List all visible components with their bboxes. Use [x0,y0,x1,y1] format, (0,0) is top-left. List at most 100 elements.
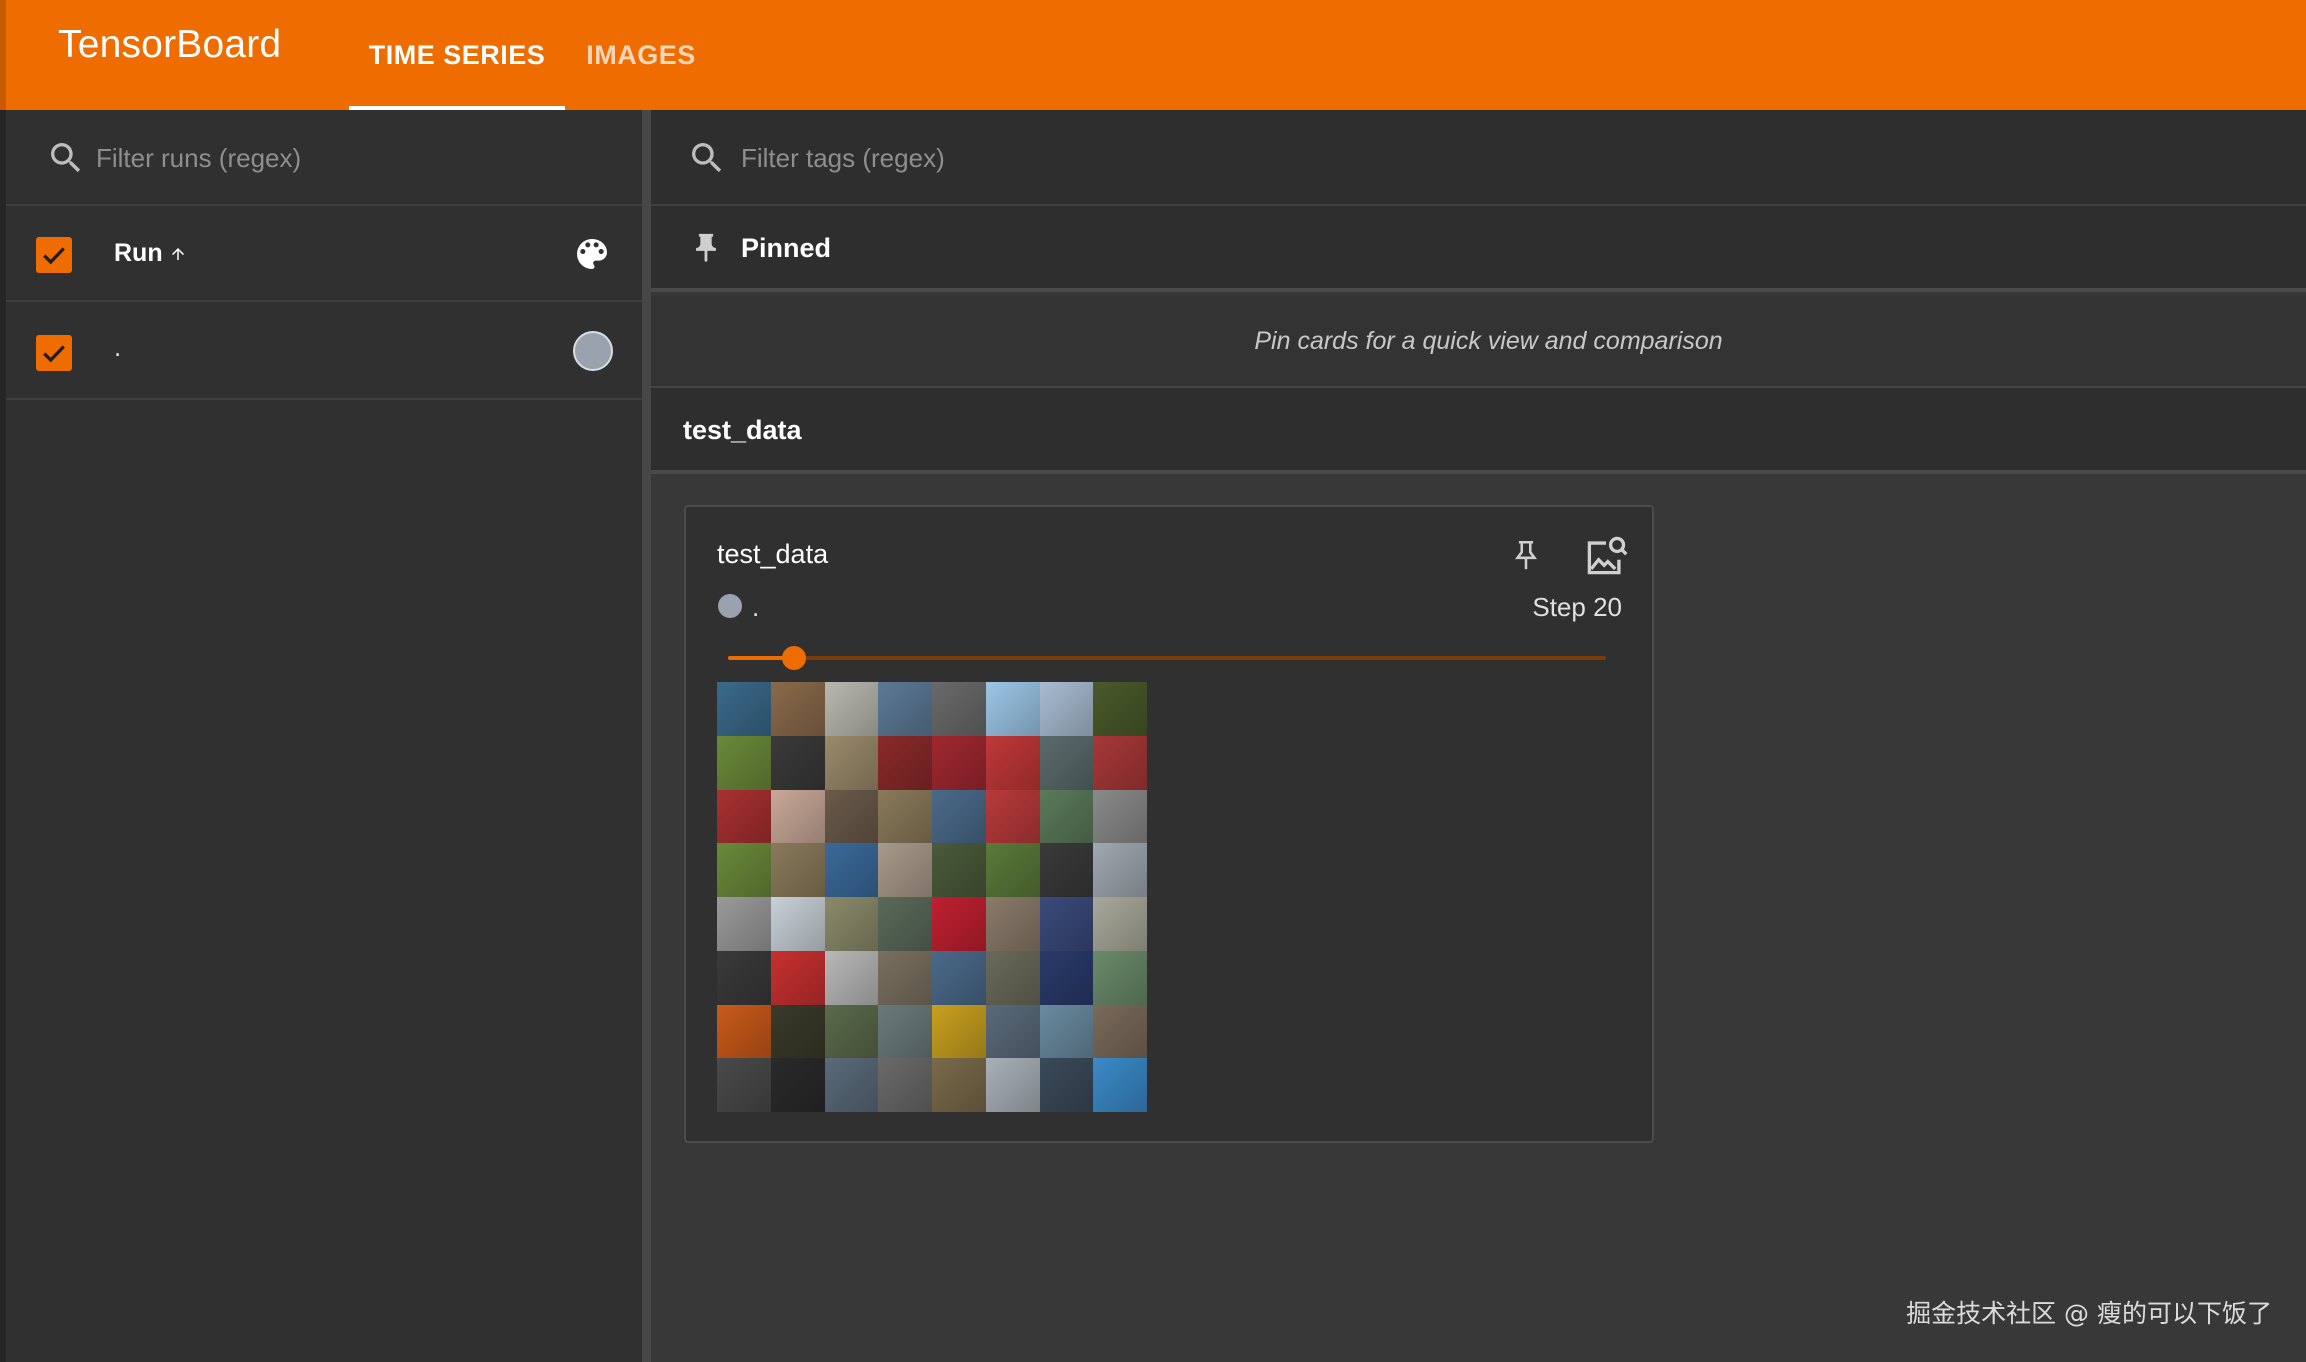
sidebar-resize-handle[interactable] [642,110,651,1362]
step-label: Step 20 [1532,592,1622,622]
pinned-section-header: Pinned [651,206,2306,292]
runs-sidebar: Run . [0,110,645,1362]
image-thumbnail [1039,843,1094,897]
check-icon [43,247,65,265]
arrow-up-icon [171,247,184,260]
select-all-runs-checkbox[interactable] [36,237,72,273]
image-thumbnail [1039,950,1094,1005]
image-thumbnail [932,897,986,951]
image-thumbnail [770,843,825,897]
main-content: Pinned Pin cards for a quick view and co… [651,110,2306,1362]
image-thumbnail [1039,1004,1094,1059]
image-thumbnail [824,789,879,844]
image-thumbnail [878,1058,932,1112]
image-thumbnail [878,897,932,951]
image-thumbnail [932,682,986,736]
image-thumbnail [932,735,986,790]
image-thumbnail [824,897,879,951]
palette-icon[interactable] [572,234,612,274]
tab-time-series[interactable]: TIME SERIES [349,0,565,110]
image-card: test_data . Step 20 [684,505,1654,1143]
pinned-empty-message: Pin cards for a quick view and compariso… [651,296,2306,388]
image-thumbnail [824,1058,879,1112]
image-thumbnail [878,682,932,736]
watermark: 掘金技术社区 @ 瘦的可以下饭了 [1906,1299,2272,1328]
run-name: . [114,332,122,362]
image-thumbnail [985,1058,1040,1112]
image-thumbnail [985,897,1040,951]
slider-track [728,656,1606,660]
image-thumbnail-grid [717,682,1147,1112]
image-thumbnail [1093,1058,1147,1112]
image-thumbnail [717,843,771,897]
image-thumbnail [1039,682,1094,736]
run-color-indicator [718,594,742,618]
run-row: . [6,304,642,400]
runs-filter-input[interactable] [96,136,596,180]
image-thumbnail [1039,789,1094,844]
run-color-swatch[interactable] [573,331,613,371]
image-thumbnail [932,950,986,1005]
image-thumbnail [985,843,1040,897]
image-thumbnail [1039,1058,1094,1112]
image-thumbnail [932,1004,986,1059]
image-thumbnail [717,1058,771,1112]
image-thumbnail [824,950,879,1005]
image-thumbnail [717,735,771,790]
step-slider[interactable] [728,643,1606,673]
image-thumbnail [932,1058,986,1112]
image-thumbnail [932,843,986,897]
top-app-bar: TensorBoard TIME SERIES IMAGES [0,0,2306,110]
image-thumbnail [824,843,879,897]
image-thumbnail [770,950,825,1005]
image-thumbnail [1093,843,1147,897]
image-thumbnail [878,1004,932,1059]
image-thumbnail [717,950,771,1005]
search-icon [51,143,81,173]
pinned-empty-text: Pin cards for a quick view and compariso… [1254,326,1723,355]
runs-filter-row [6,110,642,206]
image-thumbnail [878,843,932,897]
run-column-header[interactable]: Run [114,239,187,268]
image-thumbnail [1093,950,1147,1005]
runs-header-row: Run [6,206,642,302]
card-group-title: test_data [683,415,802,445]
run-header-label: Run [114,239,163,267]
image-thumbnail [770,1004,825,1059]
card-title: test_data [717,539,829,569]
check-icon [43,345,65,363]
image-thumbnail [717,682,771,736]
image-thumbnail [1093,735,1147,790]
pinned-title: Pinned [741,233,832,263]
pin-icon[interactable] [1509,533,1543,577]
tags-filter-input[interactable] [741,136,1641,180]
image-thumbnail [985,789,1040,844]
card-group-header: test_data [651,388,2306,474]
image-thumbnail [985,950,1040,1005]
image-thumbnail [1093,897,1147,951]
image-thumbnail [878,735,932,790]
image-thumbnail [1093,1004,1147,1059]
app-title: TensorBoard [58,23,282,66]
slider-thumb[interactable] [781,646,806,670]
run-checkbox[interactable] [36,335,72,371]
image-thumbnail [824,735,879,790]
image-thumbnail [878,950,932,1005]
image-thumbnail [717,1004,771,1059]
image-thumbnail [717,789,771,844]
image-thumbnail [985,1004,1040,1059]
tab-images[interactable]: IMAGES [573,0,709,110]
tensorboard-app: TensorBoard TIME SERIES IMAGES Run [0,0,2306,1362]
image-thumbnail [932,789,986,844]
image-thumbnail [878,789,932,844]
image-thumbnail [985,735,1040,790]
image-thumbnail [717,897,771,951]
image-thumbnail [770,897,825,951]
pin-icon [696,233,716,263]
search-icon [692,143,722,173]
image-thumbnail [824,1004,879,1059]
card-run-name: . [752,592,760,622]
image-search-icon[interactable] [1582,533,1630,579]
image-thumbnail [1093,789,1147,844]
image-thumbnail [1039,897,1094,951]
